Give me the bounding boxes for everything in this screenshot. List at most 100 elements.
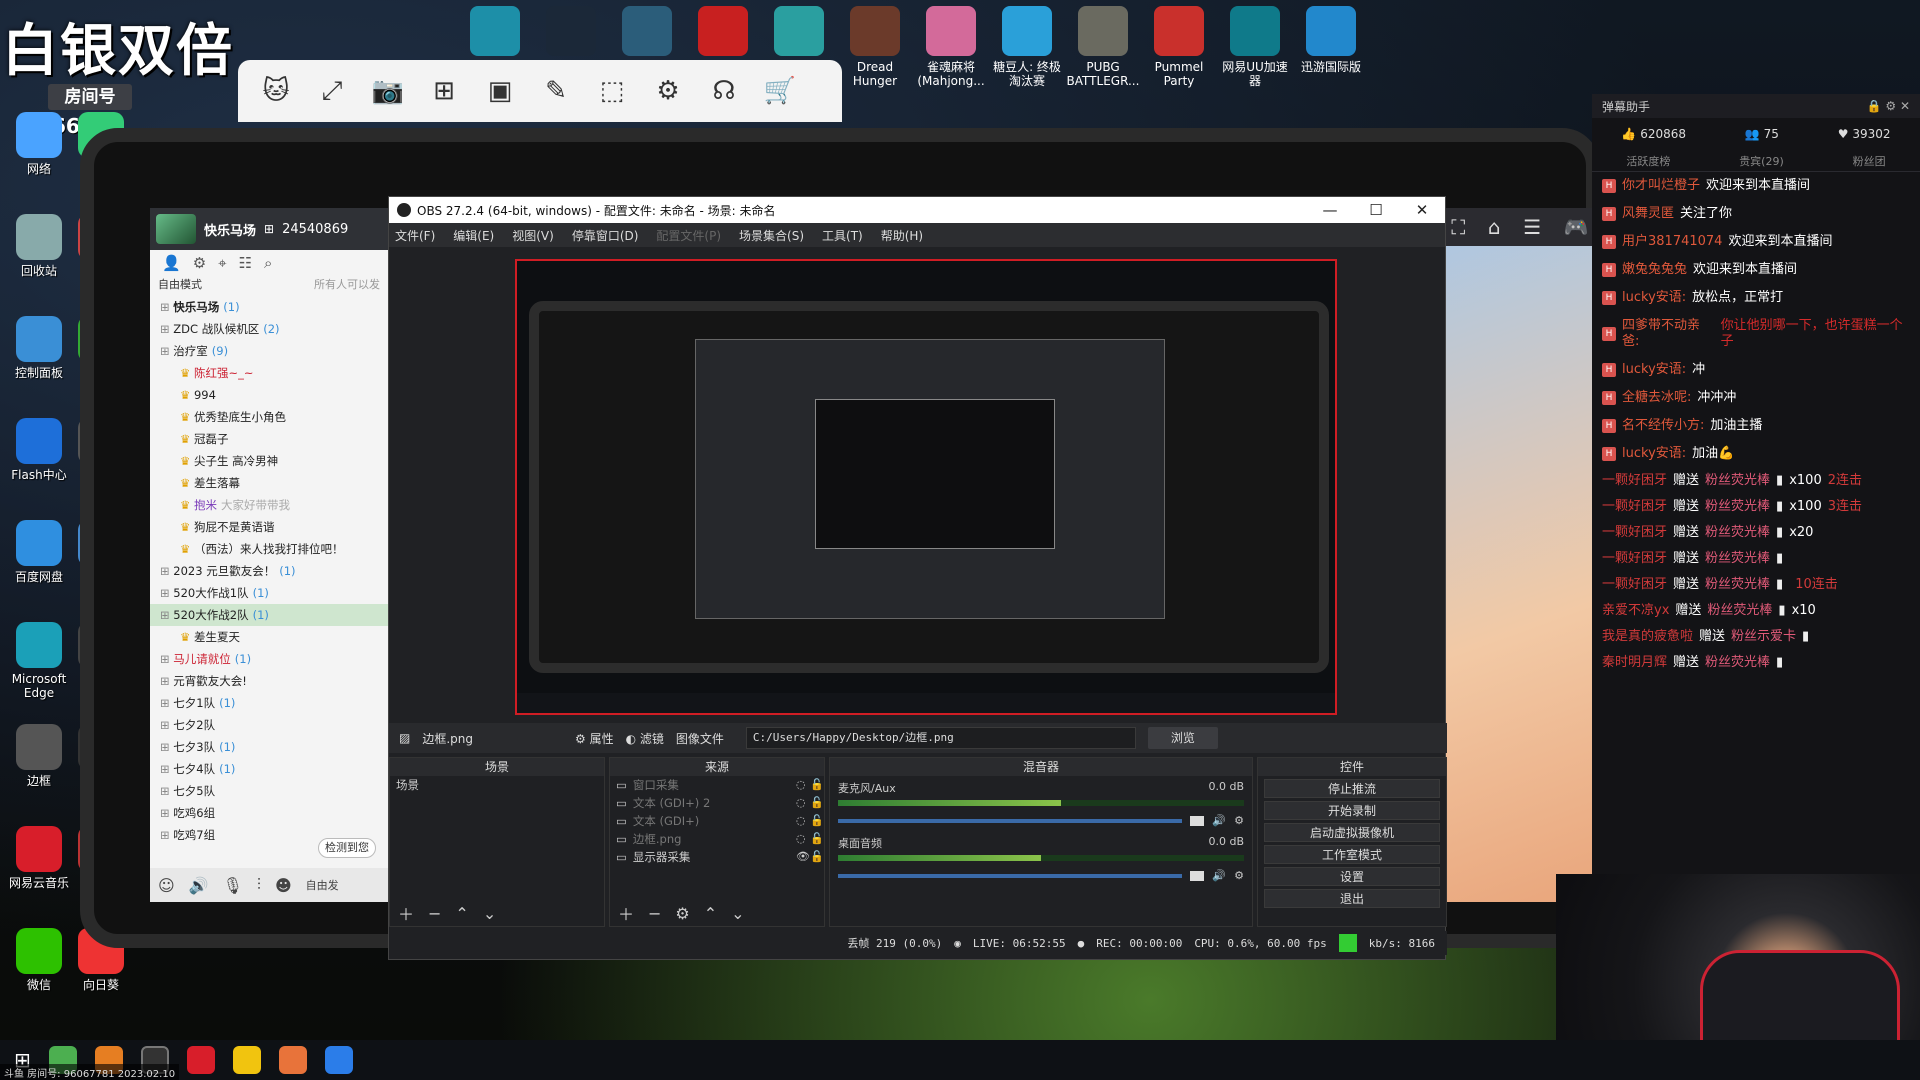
desktop-icon-recycle-bin[interactable]: 回收站 xyxy=(4,214,74,278)
emoji-icon[interactable]: ☻ xyxy=(275,876,292,895)
gift-sender[interactable]: 一颗好困牙 xyxy=(1602,525,1667,541)
speaker-icon[interactable]: 🔊 xyxy=(189,876,209,895)
filters-button[interactable]: ◐ 滤镜 xyxy=(626,730,664,747)
eye-icon[interactable]: 👁 xyxy=(796,848,810,866)
channel-item[interactable]: ⊞ 七夕2队 xyxy=(150,714,388,736)
speaker-icon[interactable]: 🔊 xyxy=(1212,814,1226,827)
danmaku-user[interactable]: 你才叫烂橙子 xyxy=(1622,178,1700,194)
danmaku-tab[interactable]: 粉丝团 xyxy=(1853,153,1886,169)
menu-item[interactable]: 工具(T) xyxy=(822,227,863,244)
channel-item[interactable]: ⊞ 520大作战1队 (1) xyxy=(150,582,388,604)
channel-item[interactable]: ⊞ 七夕5队 xyxy=(150,780,388,802)
channel-member[interactable]: ♛ 差生夏天 xyxy=(150,626,388,648)
desktop-icon-flash-center[interactable]: Flash中心 xyxy=(4,418,74,482)
top-app-pubg[interactable]: PUBG BATTLEGR... xyxy=(1066,6,1140,88)
lock-icon[interactable]: 🔓 xyxy=(810,830,824,848)
danmaku-user[interactable]: lucky安语: xyxy=(1622,446,1686,462)
gamepad-icon[interactable]: 🎮 xyxy=(1564,215,1589,239)
channel-member[interactable]: ♛ 尖子生 高冷男神 xyxy=(150,450,388,472)
source-item[interactable]: ▭ 文本 (GDI+) ◌ 🔓 xyxy=(610,812,824,830)
obs-preview[interactable] xyxy=(515,259,1337,715)
source-item[interactable]: ▭ 文本 (GDI+) 2 ◌ 🔓 xyxy=(610,794,824,812)
eye-off-icon[interactable]: ◌ xyxy=(796,830,810,848)
detect-button[interactable]: 检测到您 xyxy=(318,838,376,858)
channel-item[interactable]: ⊞ 治疗室 (9) xyxy=(150,340,388,362)
top-app-app-1[interactable] xyxy=(458,6,532,60)
desktop-icon-network[interactable]: 网络 xyxy=(4,112,74,176)
danmaku-tab[interactable]: 活跃度榜 xyxy=(1626,153,1670,169)
channel-member[interactable]: ♛ 优秀垫底生小角色 xyxy=(150,406,388,428)
menu-item[interactable]: 帮助(H) xyxy=(881,227,923,244)
channel-item[interactable]: ⊞ 马儿请就位 (1) xyxy=(150,648,388,670)
avatar[interactable]: ☺ xyxy=(158,876,175,895)
select-area-icon[interactable]: ⬚ xyxy=(594,73,630,109)
danmaku-tab[interactable]: 贵宾(29) xyxy=(1739,153,1784,169)
top-app-app-5[interactable] xyxy=(762,6,836,60)
volume-slider[interactable] xyxy=(838,873,1183,878)
settings-icon[interactable]: ⚙ xyxy=(193,254,206,272)
top-app-dread-hunger[interactable]: Dread Hunger xyxy=(838,6,912,88)
danmaku-user[interactable]: 风舞灵匿 xyxy=(1622,206,1674,222)
desktop-icon-microsoft-edge[interactable]: Microsoft Edge xyxy=(4,622,74,700)
search-icon[interactable]: ⌕ xyxy=(264,254,272,272)
record-icon[interactable]: ⊞ xyxy=(426,73,462,109)
equalizer-icon[interactable]: ⫶ xyxy=(257,875,261,895)
danmaku-user[interactable]: 嫩兔兔兔兔 xyxy=(1622,262,1687,278)
avatar[interactable] xyxy=(156,214,196,244)
danmaku-user[interactable]: 全糖去冰呢: xyxy=(1622,390,1691,406)
danmaku-user[interactable]: lucky安语: xyxy=(1622,362,1686,378)
cart-icon[interactable]: 🛒 xyxy=(762,73,798,109)
control-button[interactable]: 开始录制 xyxy=(1264,801,1440,820)
channel-item[interactable]: ⊞ 快乐马场 (1) xyxy=(150,296,388,318)
channel-member[interactable]: ♛ 差生落幕 xyxy=(150,472,388,494)
control-button[interactable]: 停止推流 xyxy=(1264,779,1440,798)
desktop-icon-border[interactable]: 边框 xyxy=(4,724,74,788)
lock-icon[interactable]: 🔓 xyxy=(810,848,824,866)
gift-sender[interactable]: 我是真的疲惫啦 xyxy=(1602,629,1693,645)
notes-icon[interactable]: ☷ xyxy=(239,254,252,272)
lock-icon[interactable]: 🔓 xyxy=(810,794,824,812)
taskbar-music-icon[interactable] xyxy=(186,1046,215,1074)
move-up-icon[interactable]: ⌃ xyxy=(704,904,717,923)
desktop-icon-wechat[interactable]: 微信 xyxy=(4,928,74,992)
control-button[interactable]: 启动虚拟摄像机 xyxy=(1264,823,1440,842)
channel-member[interactable]: ♛ 冠磊子 xyxy=(150,428,388,450)
danmaku-user[interactable]: 名不经传小方: xyxy=(1622,418,1704,434)
lock-icon[interactable]: 🔓 xyxy=(810,812,824,830)
source-item[interactable]: ▭ 边框.png ◌ 🔓 xyxy=(610,830,824,848)
expand-icon[interactable]: ⤢ xyxy=(314,73,350,109)
menu-item[interactable]: 停靠窗口(D) xyxy=(572,227,639,244)
volume-slider-handle[interactable] xyxy=(1190,815,1205,826)
desktop-icon-netease-music[interactable]: 网易云音乐 xyxy=(4,826,74,890)
desktop-icon-control-panel[interactable]: 控制面板 xyxy=(4,316,74,380)
channel-item[interactable]: ⊞ 七夕1队 (1) xyxy=(150,692,388,714)
scene-item[interactable]: 场景 xyxy=(390,776,604,794)
channel-item[interactable]: ⊞ 520大作战2队 (1) xyxy=(150,604,388,626)
source-item[interactable]: ▭ 显示器采集 👁 🔓 xyxy=(610,848,824,866)
channel-member[interactable]: ♛ 陈红强~_~ xyxy=(150,362,388,384)
source-item[interactable]: ▭ 窗口采集 ◌ 🔓 xyxy=(610,776,824,794)
move-up-icon[interactable]: ⌃ xyxy=(455,904,468,923)
microphone-icon[interactable]: 🎙 xyxy=(223,876,243,895)
properties-button[interactable]: ⚙ 属性 xyxy=(575,730,614,747)
channel-member[interactable]: ♛ 抱米 大家好带带我 xyxy=(150,494,388,516)
menu-item[interactable]: 配置文件(P) xyxy=(656,227,721,244)
minimize-button[interactable]: — xyxy=(1307,201,1353,219)
eye-off-icon[interactable]: ◌ xyxy=(796,794,810,812)
channel-item[interactable]: ⊞ 2023 元旦歡友会！ (1) xyxy=(150,560,388,582)
maximize-button[interactable]: ☐ xyxy=(1353,201,1399,219)
close-button[interactable]: ✕ xyxy=(1399,201,1445,219)
gift-sender[interactable]: 亲爱不凉yx xyxy=(1602,603,1669,619)
eye-off-icon[interactable]: ◌ xyxy=(796,812,810,830)
menu-item[interactable]: 文件(F) xyxy=(395,227,435,244)
top-app-uu-booster[interactable]: 网易UU加速 器 xyxy=(1218,6,1292,88)
channel-item[interactable]: ⊞ ZDC 战队候机区 (2) xyxy=(150,318,388,340)
gear-icon[interactable]: ⚙ xyxy=(675,904,689,923)
volume-slider[interactable] xyxy=(838,818,1183,823)
control-button[interactable]: 退出 xyxy=(1264,889,1440,908)
top-app-steam[interactable] xyxy=(534,6,608,60)
top-app-pummel-party[interactable]: Pummel Party xyxy=(1142,6,1216,88)
remove-icon[interactable]: − xyxy=(428,904,441,923)
brush-icon[interactable]: ✎ xyxy=(538,73,574,109)
desktop-icon-baidu-netdisk[interactable]: 百度网盘 xyxy=(4,520,74,584)
